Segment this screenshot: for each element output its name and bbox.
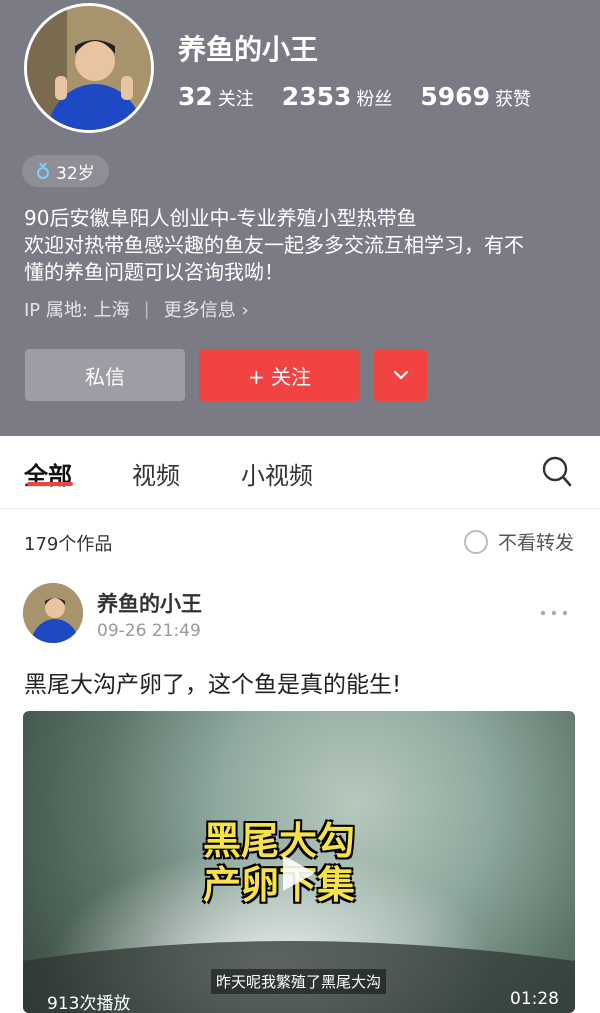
stat-following-label: 关注: [217, 89, 254, 110]
works-count: 179个作品: [24, 534, 113, 555]
radio-icon: [463, 529, 488, 554]
gender-male-icon: [37, 162, 49, 179]
more-options-icon[interactable]: [540, 598, 568, 622]
profile-bio: 90后安徽阜阳人创业中-专业养殖小型热带鱼 欢迎对热带鱼感兴趣的鱼友一起多多交流…: [24, 205, 580, 286]
video-title-line: 黑尾大勾: [203, 819, 356, 863]
stat-following[interactable]: 32 关注: [178, 82, 254, 111]
ip-location: IP 属地: 上海: [24, 300, 130, 321]
active-tab-indicator: [27, 482, 73, 486]
video-thumbnail[interactable]: 黑尾大勾 产卵下集 昨天呢我繁殖了黑尾大沟 913次播放 01:28: [23, 711, 575, 1013]
tab-short-videos[interactable]: 小视频: [241, 456, 313, 491]
profile-meta: IP 属地: 上海 | 更多信息 ›: [24, 296, 249, 322]
video-view-count: 913次播放: [47, 994, 131, 1013]
profile-stats: 32 关注 2353 粉丝 5969 获赞: [178, 82, 531, 111]
stat-fans-label: 粉丝: [356, 89, 393, 110]
message-button[interactable]: 私信: [25, 349, 185, 401]
age-label: 32岁: [56, 163, 95, 184]
post-timestamp: 09-26 21:49: [97, 621, 201, 641]
tab-videos[interactable]: 视频: [132, 456, 180, 491]
stat-following-num: 32: [178, 82, 213, 111]
stat-likes-label: 获赞: [494, 89, 531, 110]
more-dropdown-button[interactable]: [374, 349, 427, 401]
follow-button[interactable]: + 关注: [199, 349, 360, 401]
stat-fans-num: 2353: [281, 82, 352, 111]
stat-likes[interactable]: 5969 获赞: [420, 82, 531, 111]
more-info-link[interactable]: 更多信息 ›: [164, 296, 249, 322]
meta-divider: |: [143, 298, 150, 320]
profile-nickname: 养鱼的小王: [178, 33, 319, 66]
stat-fans[interactable]: 2353 粉丝: [282, 82, 393, 111]
video-title-overlay: 黑尾大勾 产卵下集: [203, 819, 355, 907]
play-icon[interactable]: [281, 853, 317, 897]
age-tag: 32岁: [22, 155, 109, 187]
chevron-down-icon: [393, 370, 408, 380]
profile-avatar[interactable]: [24, 3, 154, 133]
content-tabs: 全部 视频 小视频: [0, 436, 600, 509]
bio-line: 90后安徽阜阳人创业中-专业养殖小型热带鱼: [24, 206, 417, 230]
works-bar: 179个作品 不看转发: [0, 510, 600, 570]
video-subtitle: 昨天呢我繁殖了黑尾大沟: [211, 969, 387, 994]
post-author-avatar[interactable]: [23, 583, 83, 643]
profile-header: 养鱼的小王 32 关注 2353 粉丝 5969 获赞 32岁 90后安徽阜阳人创业中…: [0, 0, 600, 436]
hide-reposts-toggle[interactable]: 不看转发: [463, 528, 574, 555]
post-text[interactable]: 黑尾大沟产卵了，这个鱼是真的能生!: [24, 665, 401, 699]
stat-likes-num: 5969: [420, 82, 490, 111]
bio-line: 欢迎对热带鱼感兴趣的鱼友一起多多交流互相学习，有不: [24, 233, 524, 257]
video-duration: 01:28: [510, 989, 559, 1009]
bio-line: 懂的养鱼问题可以咨询我呦！: [24, 260, 284, 284]
hide-reposts-label: 不看转发: [497, 532, 574, 554]
post-author-name[interactable]: 养鱼的小王: [97, 588, 202, 618]
search-icon[interactable]: [542, 456, 572, 492]
video-title-line: 产卵下集: [203, 863, 356, 907]
